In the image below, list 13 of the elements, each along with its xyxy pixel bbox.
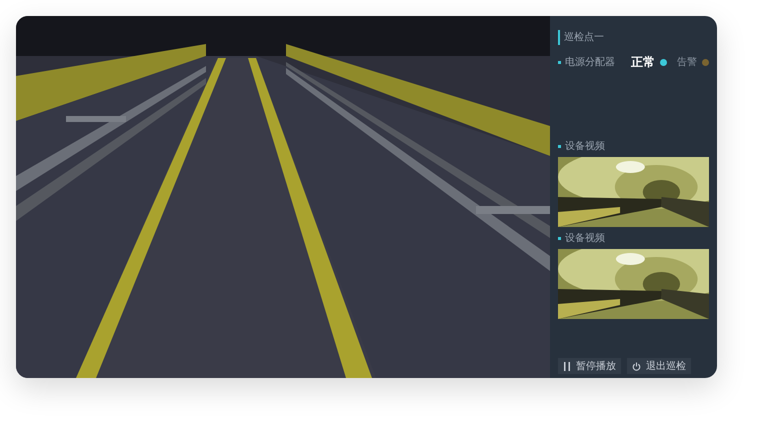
status-label: 正常: [631, 54, 655, 71]
video-label: 设备视频: [565, 232, 605, 246]
status-label: 告警: [677, 56, 697, 70]
bullet-icon: [558, 145, 561, 148]
bullet-icon: [558, 237, 561, 240]
power-icon: [632, 362, 641, 370]
video-label: 设备视频: [565, 140, 605, 154]
pause-icon: [563, 362, 571, 370]
bullet-icon: [558, 60, 561, 64]
device-name: 电源分配器: [565, 56, 616, 70]
pause-button[interactable]: 暂停播放: [558, 358, 621, 374]
panel-title: 巡检点一: [564, 30, 604, 45]
exit-button[interactable]: 退出巡检: [627, 358, 691, 374]
